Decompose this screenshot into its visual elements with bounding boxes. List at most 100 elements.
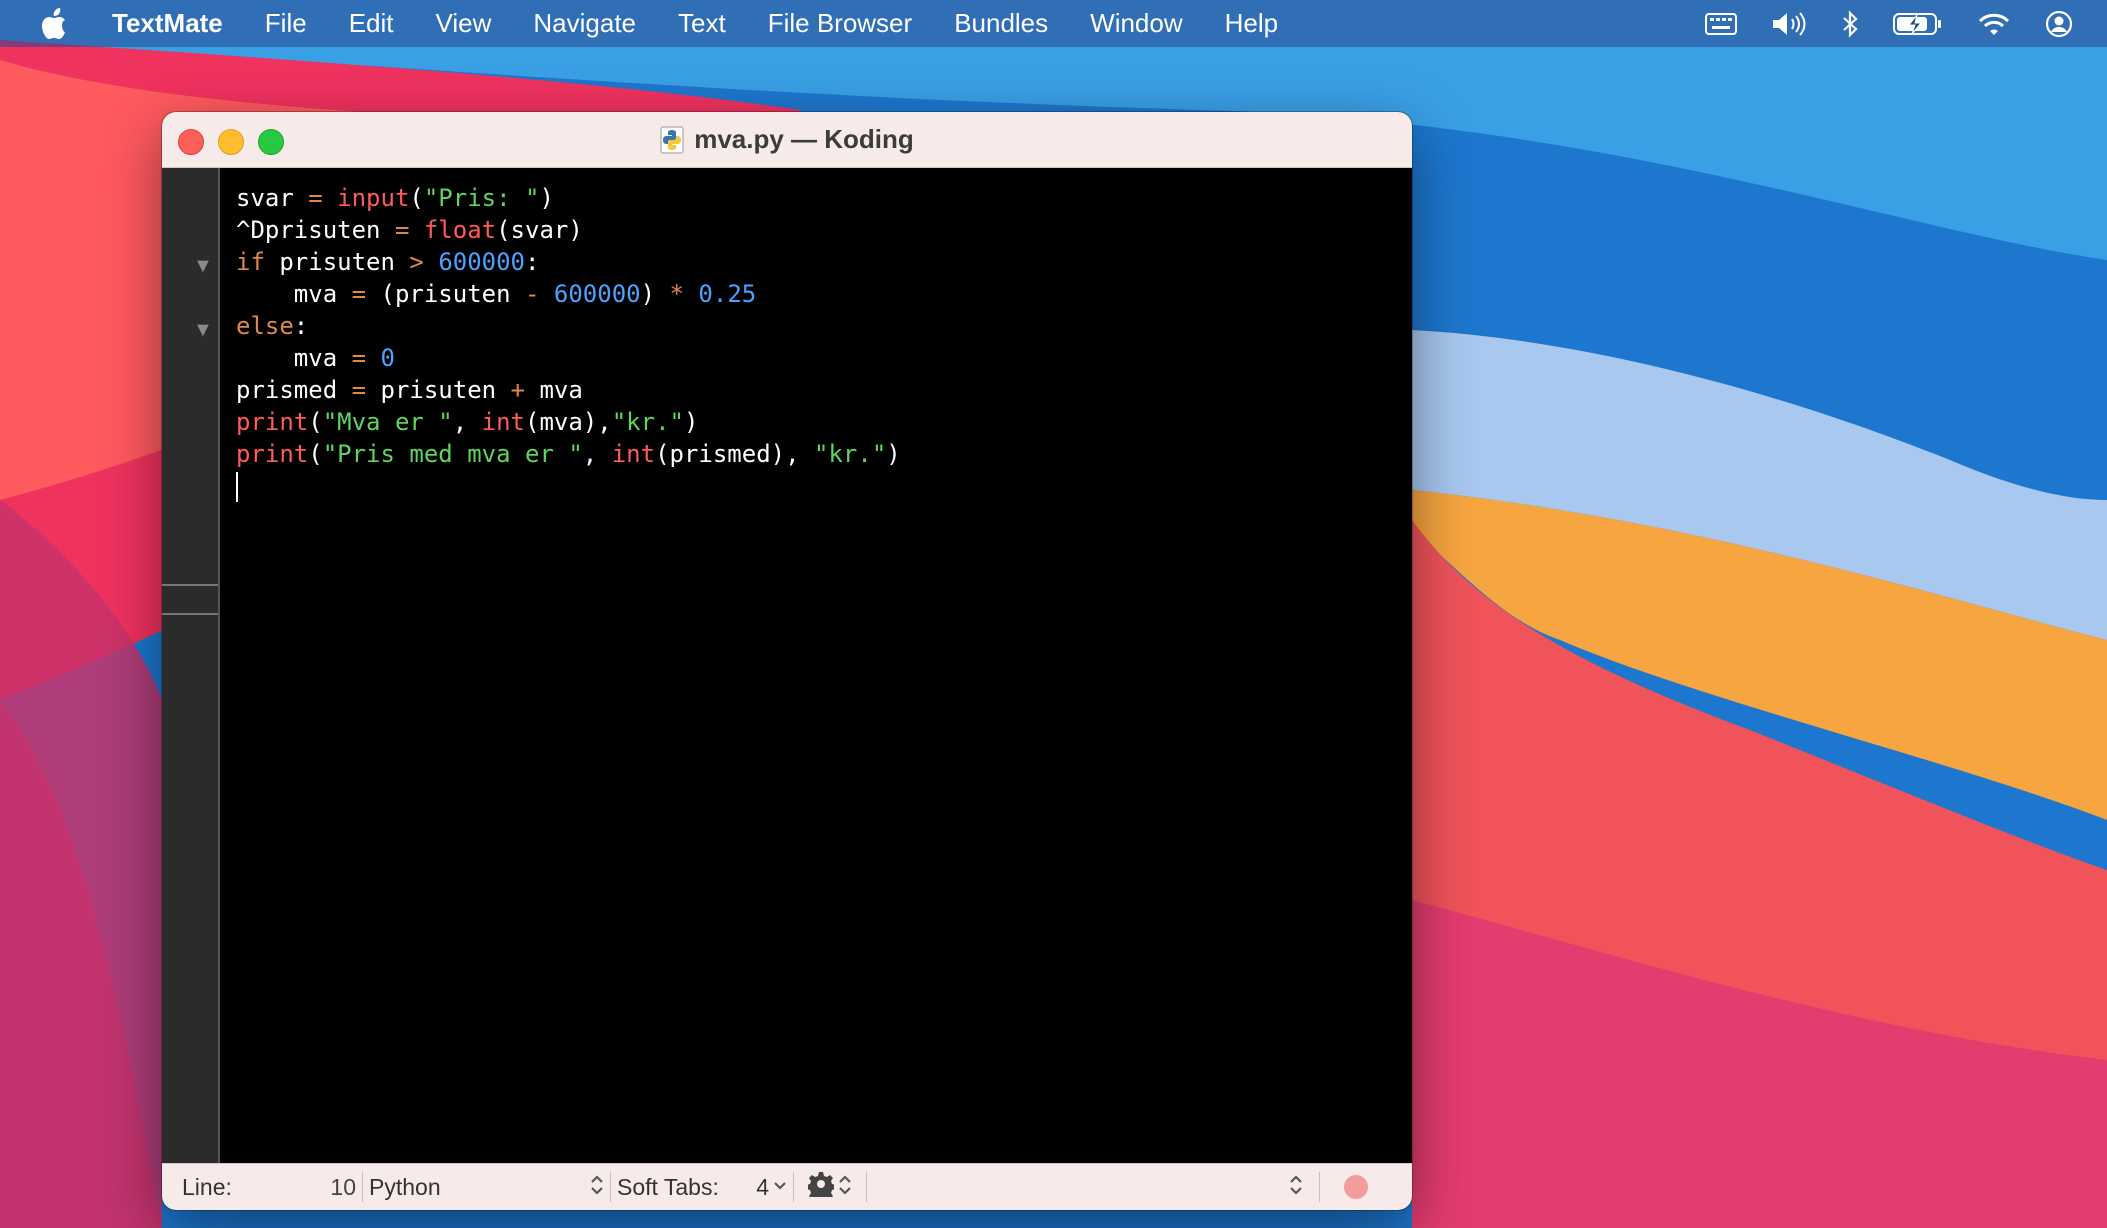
code-line[interactable]: ^Dprisuten = float(svar): [236, 214, 1412, 246]
code-token: prisuten: [366, 376, 511, 404]
code-editor[interactable]: svar = input("Pris: ") ^Dprisuten = float…: [236, 182, 1412, 1163]
window-titlebar[interactable]: mva.py — Koding: [162, 112, 1412, 168]
menu-window[interactable]: Window: [1069, 8, 1203, 39]
code-token: mva: [236, 280, 352, 308]
code-token: mva: [525, 376, 583, 404]
updown-chevron-icon: [1289, 1173, 1303, 1202]
line-label: Line:: [182, 1173, 232, 1200]
current-line-highlight: [162, 584, 218, 615]
code-token: "Pris med mva er ": [322, 440, 583, 468]
symbol-selector[interactable]: [873, 1173, 1313, 1202]
code-line[interactable]: svar = input("Pris: "): [236, 182, 1412, 214]
code-token: =: [394, 216, 410, 244]
menu-app-name[interactable]: TextMate: [112, 8, 244, 39]
code-line[interactable]: else:: [236, 310, 1412, 342]
code-token: >: [409, 248, 424, 276]
gear-icon: [806, 1171, 836, 1203]
code-line[interactable]: mva = (prisuten - 600000) * 0.25: [236, 278, 1412, 310]
code-token: prismed: [236, 376, 352, 404]
code-token: if: [236, 248, 265, 276]
code-token: ^Dprisuten: [236, 216, 395, 244]
code-line[interactable]: print("Pris med mva er ", int(prismed), …: [236, 438, 1412, 470]
text-cursor: [236, 472, 238, 502]
window-title: mva.py — Koding: [694, 124, 914, 154]
chevron-down-icon: [773, 1177, 787, 1198]
user-icon[interactable]: [2045, 10, 2073, 38]
volume-icon[interactable]: [1771, 11, 1807, 37]
menu-file[interactable]: File: [244, 8, 328, 39]
macro-record-button[interactable]: [1344, 1175, 1368, 1199]
menu-navigate[interactable]: Navigate: [512, 8, 657, 39]
menu-edit[interactable]: Edit: [328, 8, 415, 39]
menu-file-browser[interactable]: File Browser: [747, 8, 933, 39]
code-token: ,: [582, 440, 612, 468]
code-token: 0.25: [698, 280, 757, 308]
fold-toggle-icon[interactable]: ▼: [193, 319, 213, 342]
code-token: ): [886, 440, 901, 468]
code-token: input: [337, 184, 410, 212]
code-token: print: [236, 440, 309, 468]
code-token: (mva),: [525, 408, 612, 436]
code-token: :: [293, 312, 309, 340]
divider: [866, 1172, 867, 1202]
code-line[interactable]: print("Mva er ", int(mva),"kr."): [236, 406, 1412, 438]
wifi-icon[interactable]: [1977, 11, 2011, 37]
battery-icon[interactable]: [1893, 12, 1943, 36]
line-gutter[interactable]: ▼ ▼: [162, 168, 220, 1163]
menu-help[interactable]: Help: [1204, 8, 1299, 39]
code-token: ): [640, 280, 670, 308]
bundle-actions-button[interactable]: [800, 1171, 860, 1203]
apple-menu-icon[interactable]: [42, 7, 82, 40]
bluetooth-icon[interactable]: [1841, 9, 1859, 38]
code-token: +: [510, 376, 525, 404]
divider: [793, 1172, 794, 1202]
code-token: float: [423, 216, 497, 244]
updown-chevron-icon: [838, 1173, 852, 1202]
divider: [610, 1172, 611, 1202]
code-token: ): [683, 408, 699, 436]
code-token: mva: [236, 344, 352, 372]
code-token: =: [351, 376, 367, 404]
language-label: Python: [369, 1173, 441, 1200]
code-token: 600000: [438, 248, 526, 276]
fold-toggle-icon[interactable]: ▼: [193, 255, 213, 278]
language-selector[interactable]: Python: [369, 1173, 604, 1202]
code-token: *: [669, 280, 684, 308]
code-token: "kr.": [611, 408, 684, 436]
code-line[interactable]: [236, 470, 1412, 502]
divider: [362, 1172, 363, 1202]
code-token: (prisuten: [366, 280, 525, 308]
menu-text[interactable]: Text: [657, 8, 747, 39]
code-token: :: [525, 248, 540, 276]
code-line[interactable]: mva = 0: [236, 342, 1412, 374]
status-bar: Line: 10 Python Soft Tabs: 4: [162, 1163, 1412, 1210]
code-token: (prismed),: [655, 440, 815, 468]
code-line[interactable]: if prisuten > 600000:: [236, 246, 1412, 278]
code-token: "Mva er ": [322, 408, 453, 436]
updown-chevron-icon: [590, 1173, 604, 1202]
keyboard-icon[interactable]: [1705, 12, 1737, 36]
tab-size-value: 4: [756, 1173, 769, 1200]
line-number-field[interactable]: 10: [312, 1174, 356, 1201]
editor-window: mva.py — Koding ▼ ▼ svar = input("Pris: …: [162, 112, 1412, 1210]
code-line[interactable]: prismed = prisuten + mva: [236, 374, 1412, 406]
code-token: =: [351, 344, 367, 372]
menu-view[interactable]: View: [415, 8, 513, 39]
code-token: (svar): [496, 216, 583, 244]
soft-tabs-selector[interactable]: Soft Tabs: 4: [617, 1174, 787, 1201]
window-title-area: mva.py — Koding: [162, 112, 1412, 167]
menu-bundles[interactable]: Bundles: [933, 8, 1069, 39]
status-icons: [1705, 0, 2107, 47]
code-token: int: [481, 408, 526, 436]
code-token: print: [236, 408, 309, 436]
python-file-icon[interactable]: [660, 126, 684, 154]
code-token: (: [409, 184, 424, 212]
divider: [1319, 1172, 1320, 1202]
code-token: 600000: [553, 280, 641, 308]
code-token: prisuten: [264, 248, 410, 276]
